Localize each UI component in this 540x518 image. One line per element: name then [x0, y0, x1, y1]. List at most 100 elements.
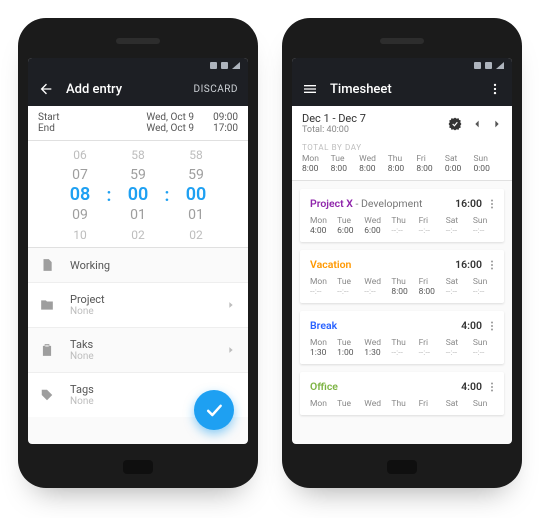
status-bar	[28, 58, 248, 72]
total-by-day-label: TOTAL BY DAY	[302, 143, 502, 152]
day-total: Fri8:00	[416, 154, 445, 174]
picker-hours[interactable]: 06 07 08 09 10	[58, 145, 102, 245]
card-overflow-icon[interactable]	[486, 320, 500, 332]
timesheet-body: Dec 1 - Dec 7 Total: 40:00	[292, 106, 512, 444]
timesheet-summary: Dec 1 - Dec 7 Total: 40:00	[292, 106, 512, 181]
card-day-row: MonTueWedThuFriSatSun	[310, 399, 500, 409]
day-total: Sat0:00	[445, 154, 474, 174]
start-label: Start	[38, 112, 146, 123]
card-title: Office	[310, 380, 461, 393]
day-totals-row: Mon8:00Tue8:00Wed8:00Thu8:00Fri8:00Sat0:…	[302, 154, 502, 180]
picker-value-selected: 00	[128, 185, 149, 205]
day-total: Sun0:00	[473, 154, 502, 174]
picker-colon: :	[102, 145, 116, 245]
statusbar-square-icon	[210, 62, 217, 69]
card-overflow-icon[interactable]	[486, 381, 500, 393]
row-value: None	[70, 306, 212, 317]
phone-speaker	[116, 38, 160, 44]
statusbar-square-icon	[474, 62, 481, 69]
card-day-row: Mon1:30Tue1:00Wed1:30Thu--:--Fri--:--Sat…	[310, 338, 500, 358]
picker-value: 59	[188, 165, 204, 185]
picker-value: 09	[72, 205, 88, 225]
time-range-block[interactable]: Start Wed, Oct 9 09:00 End Wed, Oct 9 17…	[28, 106, 248, 141]
card-hours: 4:00	[461, 380, 482, 393]
phone-speaker	[380, 38, 424, 44]
card-overflow-icon[interactable]	[486, 259, 500, 271]
chevron-right-icon	[226, 300, 236, 310]
picker-value: 07	[72, 165, 88, 185]
prev-week-button[interactable]	[472, 119, 482, 129]
end-label: End	[38, 123, 146, 134]
date-range: Dec 1 - Dec 7	[302, 112, 448, 125]
menu-icon[interactable]	[302, 81, 318, 97]
card-overflow-icon[interactable]	[486, 198, 500, 210]
document-icon	[40, 258, 56, 272]
next-week-button[interactable]	[492, 119, 502, 129]
confirm-fab[interactable]	[194, 390, 234, 430]
overflow-icon[interactable]	[488, 82, 502, 96]
row-label: Project	[70, 293, 212, 306]
card-day-row: Mon4:00Tue6:00Wed6:00Thu--:--Fri--:--Sat…	[310, 216, 500, 236]
picker-value: 58	[131, 145, 145, 165]
start-date: Wed, Oct 9	[146, 112, 194, 123]
phone-home	[123, 460, 153, 474]
duration-picker[interactable]: 06 07 08 09 10 : 58 59 00 01 02 : 58 5	[28, 141, 248, 248]
discard-button[interactable]: DISCARD	[194, 84, 238, 95]
picker-value: 59	[130, 165, 146, 185]
day-total: Mon8:00	[302, 154, 331, 174]
statusbar-square-icon	[485, 62, 492, 69]
total-label: Total: 40:00	[302, 125, 448, 135]
timesheet-card[interactable]: Project X - Development16:00 Mon4:00Tue6:…	[300, 189, 504, 242]
phone-timesheet: Timesheet Dec 1 - Dec 7 Total: 40:00	[282, 18, 522, 488]
picker-value: 58	[189, 145, 203, 165]
back-icon[interactable]	[38, 81, 54, 97]
phone-home	[387, 460, 417, 474]
page-title: Timesheet	[330, 82, 476, 97]
day-total: Thu8:00	[388, 154, 417, 174]
timesheet-card[interactable]: Office4:00 MonTueWedThuFriSatSun	[300, 372, 504, 415]
verified-badge-icon	[448, 117, 462, 131]
card-day-row: Mon--:--Tue--:--Wed--:--Thu8:00Fri8:00Sa…	[310, 277, 500, 297]
card-hours: 16:00	[455, 258, 482, 271]
statusbar-triangle-icon	[232, 62, 240, 69]
picker-value-selected: 00	[186, 185, 207, 205]
screen-timesheet: Timesheet Dec 1 - Dec 7 Total: 40:00	[292, 58, 512, 444]
app-bar: Timesheet	[292, 72, 512, 106]
timesheet-cards: Project X - Development16:00Mon4:00Tue6:…	[292, 181, 512, 423]
day-total: Wed8:00	[359, 154, 388, 174]
picker-value: 02	[189, 225, 203, 245]
chevron-right-icon	[226, 345, 236, 355]
add-entry-body: Start Wed, Oct 9 09:00 End Wed, Oct 9 17…	[28, 106, 248, 444]
timesheet-card[interactable]: Break4:00 Mon1:30Tue1:00Wed1:30Thu--:--Fr…	[300, 311, 504, 364]
picker-colon: :	[160, 145, 174, 245]
end-time: 17:00	[206, 123, 238, 134]
picker-minutes[interactable]: 58 59 00 01 02	[116, 145, 160, 245]
row-task[interactable]: Taks None	[28, 328, 248, 373]
picker-value: 06	[73, 145, 87, 165]
timesheet-card[interactable]: Vacation16:00 Mon--:--Tue--:--Wed--:--Thu…	[300, 250, 504, 303]
row-label: Taks	[70, 338, 212, 351]
row-working[interactable]: Working	[28, 248, 248, 283]
start-time: 09:00	[206, 112, 238, 123]
page-title: Add entry	[66, 82, 182, 97]
picker-seconds[interactable]: 58 59 00 01 02	[174, 145, 218, 245]
picker-value: 02	[131, 225, 145, 245]
clipboard-icon	[40, 343, 56, 357]
card-title: Project X - Development	[310, 197, 455, 210]
row-project[interactable]: Project None	[28, 283, 248, 328]
screen-add-entry: Add entry DISCARD Start Wed, Oct 9 09:00…	[28, 58, 248, 444]
picker-value: 01	[130, 205, 146, 225]
picker-value: 01	[188, 205, 204, 225]
statusbar-square-icon	[221, 62, 228, 69]
check-icon	[204, 400, 224, 420]
statusbar-triangle-icon	[496, 62, 504, 69]
row-value: None	[70, 351, 212, 362]
card-hours: 16:00	[455, 197, 482, 210]
row-label: Working	[70, 259, 236, 272]
card-title: Break	[310, 319, 461, 332]
card-title: Vacation	[310, 258, 455, 271]
tag-icon	[40, 388, 56, 402]
picker-value: 10	[73, 225, 87, 245]
end-date: Wed, Oct 9	[146, 123, 194, 134]
card-hours: 4:00	[461, 319, 482, 332]
